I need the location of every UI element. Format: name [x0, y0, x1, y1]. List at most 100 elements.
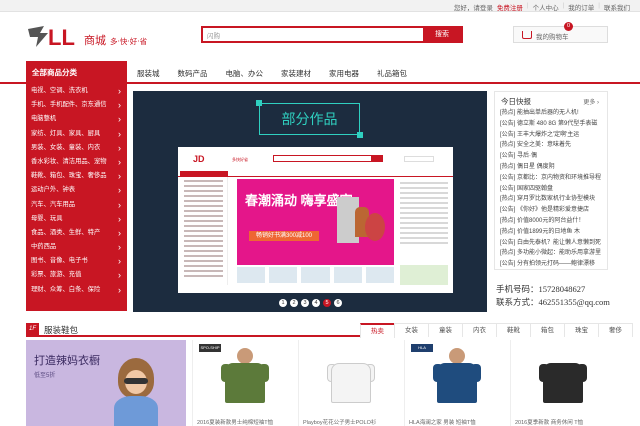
news-item[interactable]: [公告] 国家四驱翰盘: [500, 184, 606, 195]
promo-banner[interactable]: 打造辣妈衣橱 低至5折: [26, 340, 186, 426]
news-item[interactable]: [公告] 王丰大爆炸之'定啊'主运: [500, 130, 606, 141]
divider: |: [526, 2, 529, 9]
phone-line: 手机号码：15728048627: [496, 283, 610, 296]
product-card[interactable]: 2016夏季新款 商务休闲 T恤: [510, 340, 614, 426]
news-list: [热点] 能抽出单后器的无人机! [公告] 德立斯 480 8G 第9代型手表磁…: [500, 108, 606, 270]
qq-label: 联系方式：: [496, 297, 539, 307]
news-more-link[interactable]: 更多 ›: [583, 97, 599, 106]
carousel-dot[interactable]: 2: [290, 299, 298, 307]
main-nav: 全部商品分类 服装城 数码产品 电脑、办公 家装建材 家用电器 礼品箱包: [0, 61, 640, 84]
preview-banner: 春潮涌动 嗨享盛宴 畅销好书满300减100: [237, 179, 394, 265]
product-badge: SPO-SHIP: [199, 344, 221, 352]
preview-side-menu: [180, 177, 228, 285]
qq-email: 462551355@qq.com: [538, 297, 610, 307]
cart-label: 我的购物车: [536, 34, 569, 41]
nav-link-appliances[interactable]: 家用电器: [329, 68, 359, 79]
news-item[interactable]: [热点] 安全之美：意味着先: [500, 140, 606, 151]
news-panel: 今日快报 更多 › [热点] 能抽出单后器的无人机! [公告] 德立斯 480 …: [494, 91, 608, 270]
floor-tab[interactable]: 女装: [394, 323, 429, 337]
product-card[interactable]: HLA HLA海澜之家 男装 短袖T恤: [404, 340, 508, 426]
banner-tag: 部分作品: [256, 100, 363, 138]
nav-link-home-building[interactable]: 家装建材: [281, 68, 311, 79]
floor-tab-active[interactable]: 热卖: [360, 323, 395, 338]
site-logo[interactable]: LL 商城 多·快·好·省: [26, 23, 166, 51]
qq-line: 联系方式：462551355@qq.com: [496, 296, 610, 309]
nav-link-gifts-bags[interactable]: 礼品箱包: [377, 68, 407, 79]
news-item[interactable]: [公告] 德立斯 480 8G 第9代型手表磁: [500, 119, 606, 130]
divider: |: [598, 2, 600, 9]
login-link[interactable]: 您好，请登录: [454, 2, 493, 12]
banner-preview-screenshot: JD 多快好省 春潮涌动 嗨享盛宴 畅销好书满300减100: [178, 147, 453, 293]
nav-links: 服装城 数码产品 电脑、办公 家装建材 家用电器 礼品箱包: [137, 68, 425, 79]
preview-search: [273, 155, 383, 162]
my-orders-link[interactable]: 我的订单: [568, 2, 594, 12]
category-item[interactable]: 图书、音像、电子书: [26, 254, 127, 268]
category-item[interactable]: 运动户外、钟表: [26, 183, 127, 197]
floor-tab[interactable]: 奢侈: [598, 323, 633, 337]
user-center-link[interactable]: 个人中心: [533, 2, 559, 12]
news-item[interactable]: [热点] 价值8000元的阿台益什！: [500, 216, 606, 227]
carousel-dot[interactable]: 4: [312, 299, 320, 307]
category-item[interactable]: 电视、空调、洗衣机: [26, 84, 127, 98]
carousel-dot[interactable]: 6: [334, 299, 342, 307]
category-item[interactable]: 香水彩妆、清洁用品、宠物: [26, 155, 127, 169]
news-item[interactable]: [公告] 《你好》他是精彩爱意捷店: [500, 205, 606, 216]
floor-tab[interactable]: 童装: [428, 323, 463, 337]
preview-search-button: [371, 155, 383, 162]
floor-tab[interactable]: 鞋靴: [496, 323, 531, 337]
cart-icon: [522, 31, 532, 39]
search-button[interactable]: 搜索: [423, 28, 461, 41]
news-item[interactable]: [公告] 白由先泰机？能让懒人意懒到死: [500, 238, 606, 249]
category-item[interactable]: 理财、众筹、白条、保险: [26, 283, 127, 297]
category-item[interactable]: 鞋靴、箱包、珠宝、奢侈品: [26, 169, 127, 183]
logo-mark: LL 商城 多·快·好·省: [28, 25, 148, 50]
news-item[interactable]: [热点] 偶日星 偶度阴: [500, 162, 606, 173]
register-link[interactable]: 免费注册: [497, 2, 523, 12]
contact-link[interactable]: 联系我们: [604, 2, 630, 12]
news-item[interactable]: [公告] 分有拍领元打码——鲍律漂移: [500, 259, 606, 270]
floor-tab[interactable]: 箱包: [530, 323, 565, 337]
category-item[interactable]: 食品、酒类、生鲜、特产: [26, 226, 127, 240]
news-item[interactable]: [热点] 能抽出单后器的无人机!: [500, 108, 606, 119]
category-item[interactable]: 男装、女装、童装、内衣: [26, 141, 127, 155]
contact-info: 手机号码：15728048627 联系方式：462551355@qq.com: [496, 283, 610, 309]
news-title: 今日快报: [501, 97, 531, 106]
product-card[interactable]: SPO-SHIP 2016夏装新款男士纯棉短袖T恤: [192, 340, 296, 426]
cart-count-badge: 0: [564, 22, 573, 31]
carousel-dot[interactable]: 3: [301, 299, 309, 307]
product-card[interactable]: Playboy花花公子男士POLO衫: [298, 340, 402, 426]
category-item[interactable]: 电脑整机: [26, 112, 127, 126]
search-bar: 搜索: [201, 26, 463, 43]
carousel-dot-active[interactable]: 5: [323, 299, 331, 307]
product-label[interactable]: HLA海澜之家 男装 短袖T恤: [409, 418, 505, 426]
nav-link-clothing[interactable]: 服装城: [137, 68, 160, 79]
cart-button[interactable]: 我的购物车 0: [513, 22, 608, 43]
floor-title: 服装鞋包: [44, 325, 79, 335]
product-label[interactable]: 2016夏季新款 商务休闲 T恤: [515, 418, 611, 426]
preview-sub: 多快好省: [232, 157, 248, 162]
floor-number: 1F: [26, 323, 39, 335]
news-item[interactable]: [热点] 多功能小微起：能助乐用拿游里: [500, 248, 606, 259]
news-item[interactable]: [公告] 寻后·偶: [500, 151, 606, 162]
news-item[interactable]: [热点] 价值1899元的日地鱼 木: [500, 227, 606, 238]
category-item[interactable]: 母婴、玩具: [26, 212, 127, 226]
logo-slogan: 多·快·好·省: [110, 36, 148, 46]
floor-tab[interactable]: 内衣: [462, 323, 497, 337]
category-item[interactable]: 汽车、汽车用品: [26, 198, 127, 212]
carousel-dot[interactable]: 1: [279, 299, 287, 307]
all-categories-button[interactable]: 全部商品分类: [26, 61, 127, 84]
preview-books-image: [337, 185, 387, 259]
floor-tab[interactable]: 珠宝: [564, 323, 599, 337]
product-label[interactable]: Playboy花花公子男士POLO衫: [303, 418, 399, 426]
category-item[interactable]: 彩票、旅游、充值: [26, 268, 127, 282]
category-item[interactable]: 家纺、灯具、家具、厨具: [26, 127, 127, 141]
category-item[interactable]: 手机、手机配件、京东通信: [26, 98, 127, 112]
news-item[interactable]: [热点] 穿月罗比数家机行业协型模块: [500, 194, 606, 205]
nav-link-digital[interactable]: 数码产品: [178, 68, 208, 79]
category-item[interactable]: 中药西品: [26, 240, 127, 254]
nav-link-computers[interactable]: 电脑、办公: [226, 68, 264, 79]
search-input[interactable]: [203, 28, 423, 41]
news-item[interactable]: [公告] 京都比：京内物资和环境推导程: [500, 173, 606, 184]
banner-carousel[interactable]: 部分作品 JD 多快好省 春潮涌动 嗨享盛宴 畅销好书满300减100 1 2 …: [133, 91, 487, 312]
product-label[interactable]: 2016夏装新款男士纯棉短袖T恤: [197, 418, 293, 426]
